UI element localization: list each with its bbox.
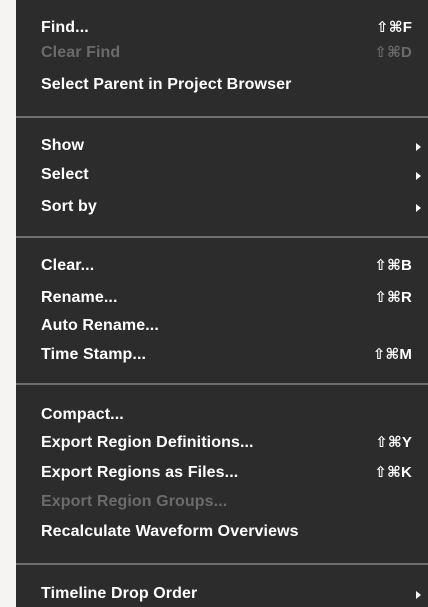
menu-separator bbox=[16, 563, 428, 565]
submenu-arrow-icon bbox=[416, 172, 421, 180]
submenu-arrow-icon bbox=[416, 143, 421, 151]
submenu-arrow-icon bbox=[416, 591, 421, 599]
menu-item-label: Sort by bbox=[41, 198, 97, 215]
menu-item-label: Time Stamp... bbox=[41, 346, 147, 363]
menu-item-show[interactable]: Show bbox=[16, 134, 428, 158]
shortcut-label: ⇧⌘D bbox=[374, 44, 412, 61]
menu-item-label: Compact... bbox=[41, 406, 124, 423]
menu-item-label: Rename... bbox=[41, 289, 118, 306]
menu-item-label: Export Region Groups... bbox=[41, 493, 228, 510]
menu-separator bbox=[16, 236, 428, 238]
menu-item-label: Clear... bbox=[41, 257, 95, 274]
menu-item-label: Export Region Definitions... bbox=[41, 434, 254, 451]
menu-item-clear[interactable]: Clear... ⇧⌘B bbox=[16, 254, 428, 278]
menu-item-auto-rename[interactable]: Auto Rename... bbox=[16, 314, 428, 338]
menu-item-compact[interactable]: Compact... bbox=[16, 403, 428, 427]
shortcut-label: ⇧⌘K bbox=[374, 464, 412, 481]
menu-item-timeline-drop-order[interactable]: Timeline Drop Order bbox=[16, 582, 428, 606]
menu-item-select[interactable]: Select bbox=[16, 163, 428, 187]
menu-item-select-parent[interactable]: Select Parent in Project Browser bbox=[16, 73, 428, 97]
menu-separator bbox=[16, 116, 428, 118]
menu-item-export-region-groups: Export Region Groups... bbox=[16, 490, 428, 514]
menu-item-label: Auto Rename... bbox=[41, 317, 159, 334]
menu-item-label: Find... bbox=[41, 19, 89, 36]
shortcut-label: ⇧⌘B bbox=[374, 257, 412, 274]
menu-item-sort-by[interactable]: Sort by bbox=[16, 195, 428, 219]
menu-item-label: Timeline Drop Order bbox=[41, 585, 198, 602]
menu-item-find[interactable]: Find... ⇧⌘F bbox=[16, 16, 428, 40]
menu-item-label: Clear Find bbox=[41, 44, 121, 61]
menu-item-recalculate-waveform[interactable]: Recalculate Waveform Overviews bbox=[16, 520, 428, 544]
menu-item-label: Select bbox=[41, 166, 89, 183]
shortcut-label: ⇧⌘F bbox=[376, 19, 412, 36]
menu-item-label: Recalculate Waveform Overviews bbox=[41, 523, 299, 540]
shortcut-label: ⇧⌘M bbox=[372, 346, 412, 363]
menu-item-export-regions-as-files[interactable]: Export Regions as Files... ⇧⌘K bbox=[16, 461, 428, 485]
submenu-arrow-icon bbox=[416, 204, 421, 212]
menu-item-label: Export Regions as Files... bbox=[41, 464, 239, 481]
menu-item-export-region-definitions[interactable]: Export Region Definitions... ⇧⌘Y bbox=[16, 431, 428, 455]
menu-item-time-stamp[interactable]: Time Stamp... ⇧⌘M bbox=[16, 343, 428, 367]
menu-item-label: Show bbox=[41, 137, 85, 154]
menu-item-clear-find: Clear Find ⇧⌘D bbox=[16, 41, 428, 65]
menu-separator bbox=[16, 383, 428, 385]
menu-item-label: Select Parent in Project Browser bbox=[41, 76, 292, 93]
shortcut-label: ⇧⌘Y bbox=[375, 434, 412, 451]
shortcut-label: ⇧⌘R bbox=[374, 289, 412, 306]
menu-item-rename[interactable]: Rename... ⇧⌘R bbox=[16, 286, 428, 310]
context-menu: Find... ⇧⌘F Clear Find ⇧⌘D Select Parent… bbox=[16, 0, 428, 607]
